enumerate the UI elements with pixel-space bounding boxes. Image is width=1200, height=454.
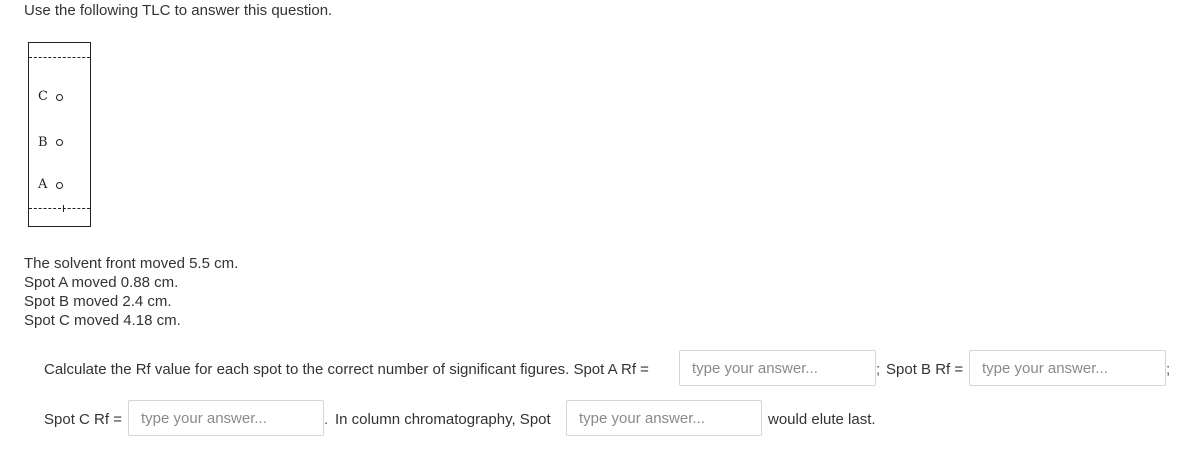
elute-last-text: would elute last.: [768, 411, 876, 428]
spot-b-label: B: [38, 135, 48, 150]
spot-a-dot: [56, 182, 63, 189]
spot-c-dot: [56, 94, 63, 101]
spot-c-label: C: [38, 89, 48, 104]
question-intro: Use the following TLC to answer this que…: [24, 2, 333, 19]
spot-a-distance-text: Spot A moved 0.88 cm.: [24, 274, 179, 291]
spot-b-distance-text: Spot B moved 2.4 cm.: [24, 293, 172, 310]
calc-instruction-text: Calculate the Rf value for each spot to …: [44, 361, 649, 378]
spot-a-label: A: [38, 177, 48, 192]
spot-c-rf-label: Spot C Rf =: [44, 411, 122, 428]
elute-last-input[interactable]: [566, 400, 762, 436]
tlc-plate: C B A: [28, 42, 91, 227]
spot-b-dot: [56, 139, 63, 146]
spot-c-distance-text: Spot C moved 4.18 cm.: [24, 312, 181, 329]
spot-c-rf-input[interactable]: [128, 400, 324, 436]
spot-b-rf-input[interactable]: [969, 350, 1166, 386]
spot-a-rf-input[interactable]: [679, 350, 876, 386]
column-chromatography-text: In column chromatography, Spot: [335, 411, 551, 428]
semicolon-separator: ;: [876, 361, 881, 378]
baseline-line: [29, 208, 90, 209]
solvent-front-text: The solvent front moved 5.5 cm.: [24, 255, 239, 272]
period-separator: .: [324, 411, 329, 428]
semicolon-separator: ;: [1166, 361, 1171, 378]
origin-tick: [63, 205, 64, 212]
spot-b-rf-label: Spot B Rf =: [886, 361, 964, 378]
solvent-front-line: [29, 57, 90, 58]
